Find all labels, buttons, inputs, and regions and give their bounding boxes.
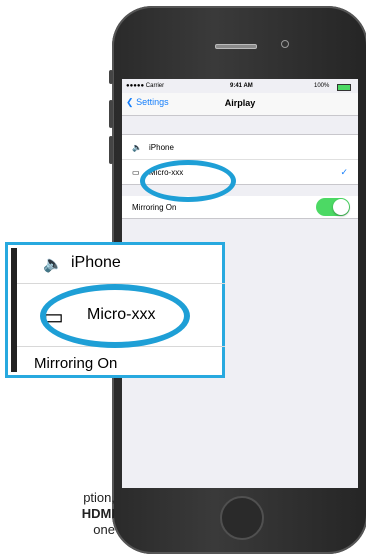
page-title: Airplay xyxy=(224,98,256,108)
carrier-label: ●●●●● Carrier xyxy=(126,83,165,89)
device-row-iphone[interactable]: 🔈 iPhone xyxy=(122,135,358,160)
front-camera xyxy=(281,40,289,48)
nav-bar: ❮ Settings Airplay xyxy=(122,93,358,116)
mirroring-label: Mirroring On xyxy=(132,203,177,212)
airplay-icon: ▭ xyxy=(132,168,140,177)
zoom-mirroring-label: Mirroring On xyxy=(34,355,118,372)
status-time: 9:41 AM xyxy=(230,83,253,89)
checkmark-icon: ✓ xyxy=(340,167,348,177)
toggle-knob xyxy=(333,199,349,215)
volume-down-button xyxy=(109,136,113,164)
volume-up-button xyxy=(109,100,113,128)
zoom-row-iphone: 🔈 iPhone xyxy=(17,245,225,284)
speaker-icon: 🔈 xyxy=(43,256,63,273)
speaker-icon: 🔈 xyxy=(132,143,142,152)
earpiece-speaker xyxy=(215,44,257,49)
caption-text: ption, HDMI one xyxy=(0,490,115,538)
home-button[interactable] xyxy=(220,496,264,540)
highlight-ellipse-large xyxy=(40,284,190,348)
mirroring-row: Mirroring On xyxy=(122,196,358,219)
device-label: iPhone xyxy=(149,143,174,152)
battery-icon xyxy=(337,84,351,91)
zoom-iphone-label: iPhone xyxy=(71,254,121,271)
status-bar: ●●●●● Carrier 9:41 AM 100% xyxy=(122,79,358,93)
caption-line-3: one xyxy=(93,522,115,537)
caption-line-1: ption, xyxy=(83,490,115,505)
mirroring-toggle[interactable] xyxy=(316,198,350,216)
battery-percent: 100% xyxy=(314,83,330,89)
highlight-ellipse-small xyxy=(140,160,236,202)
caption-line-2: HDMI xyxy=(81,506,115,521)
mute-switch xyxy=(109,70,113,84)
